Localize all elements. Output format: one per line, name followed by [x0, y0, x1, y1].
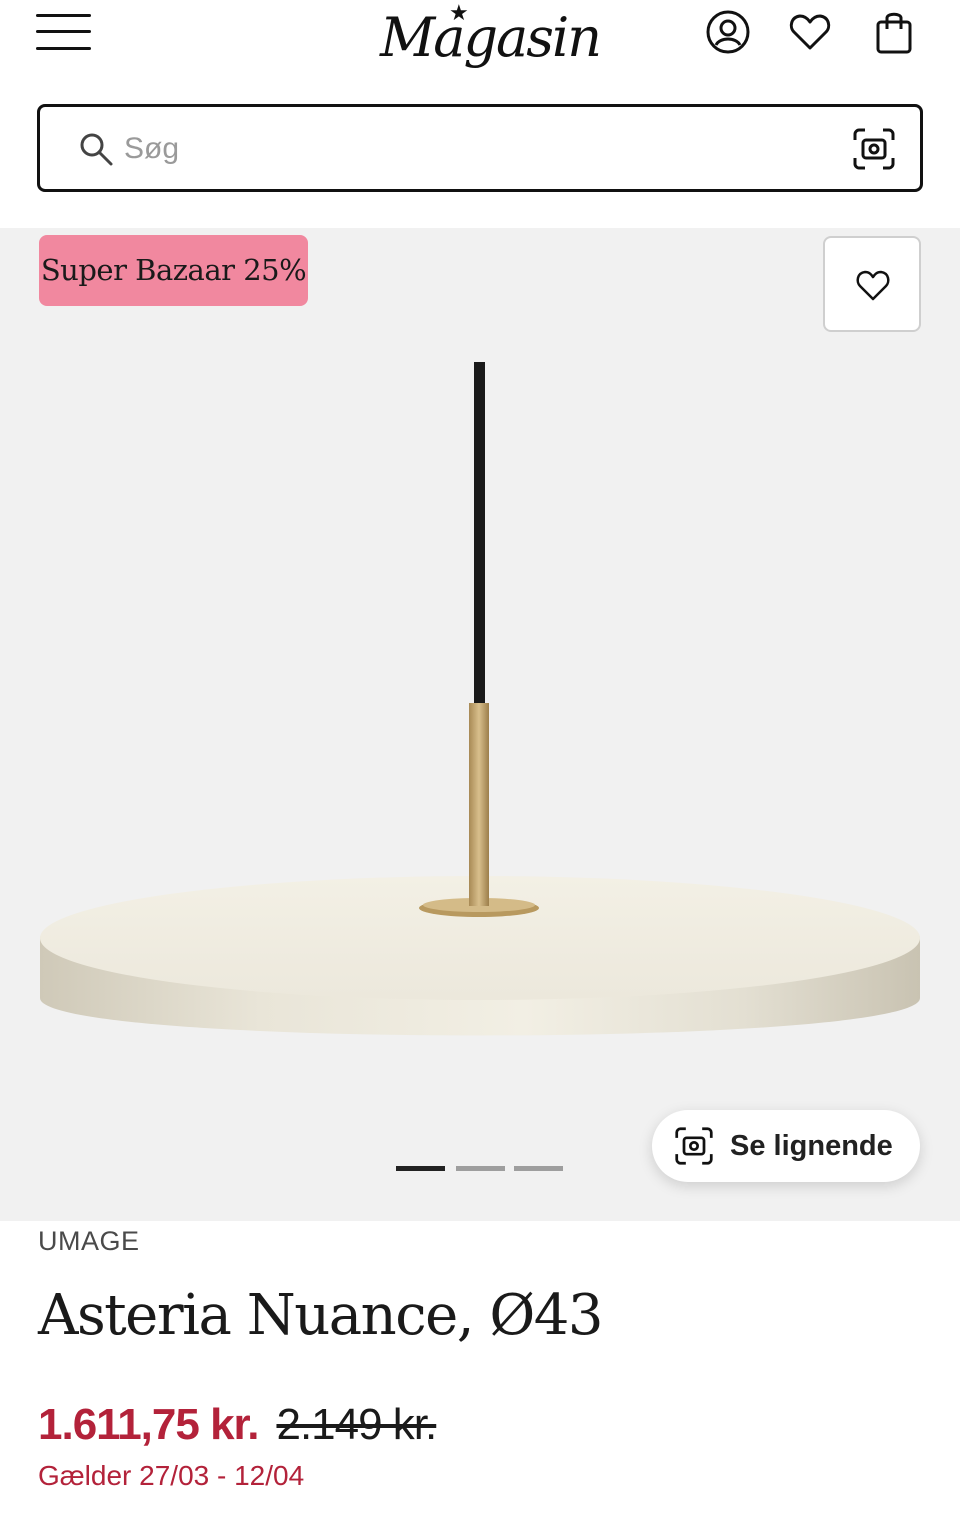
visual-search-icon	[675, 1127, 713, 1165]
visual-search-icon[interactable]	[852, 127, 896, 171]
product-brand[interactable]: UMAGE	[38, 1226, 140, 1257]
product-image-pendant-lamp	[40, 362, 920, 1036]
menu-button[interactable]	[36, 12, 92, 52]
logo-star-icon: ★	[449, 0, 469, 25]
carousel-dot[interactable]	[456, 1166, 505, 1171]
current-price: 1.611,75 kr.	[38, 1400, 259, 1449]
menu-bar	[36, 47, 91, 50]
original-price: 2.149 kr.	[276, 1400, 437, 1449]
site-header: Magasin ★	[0, 0, 960, 80]
magasin-logo[interactable]: Magasin	[380, 4, 602, 74]
heart-icon	[856, 270, 890, 301]
product-title: Asteria Nuance, Ø43	[38, 1283, 603, 1348]
add-to-favorites-button[interactable]	[823, 236, 921, 332]
account-icon[interactable]	[704, 8, 752, 56]
offer-validity: Gælder 27/03 - 12/04	[38, 1460, 305, 1491]
promo-badge: Super Bazaar 25%	[39, 235, 308, 306]
menu-bar	[36, 14, 91, 17]
search-bar[interactable]	[37, 104, 923, 192]
search-icon	[80, 133, 113, 166]
see-similar-label: Se lignende	[730, 1130, 893, 1162]
see-similar-button[interactable]: Se lignende	[652, 1110, 920, 1182]
carousel-dot[interactable]	[396, 1166, 445, 1171]
heart-icon[interactable]	[786, 8, 834, 56]
search-input[interactable]	[124, 125, 804, 173]
carousel-dot[interactable]	[514, 1166, 563, 1171]
product-image-gallery[interactable]: Super Bazaar 25% Se lignende	[0, 228, 960, 1221]
carousel-indicator	[396, 1166, 566, 1174]
shopping-bag-icon[interactable]	[870, 8, 918, 56]
menu-bar	[36, 30, 91, 33]
price-row: 1.611,75 kr. 2.149 kr.	[38, 1400, 437, 1456]
